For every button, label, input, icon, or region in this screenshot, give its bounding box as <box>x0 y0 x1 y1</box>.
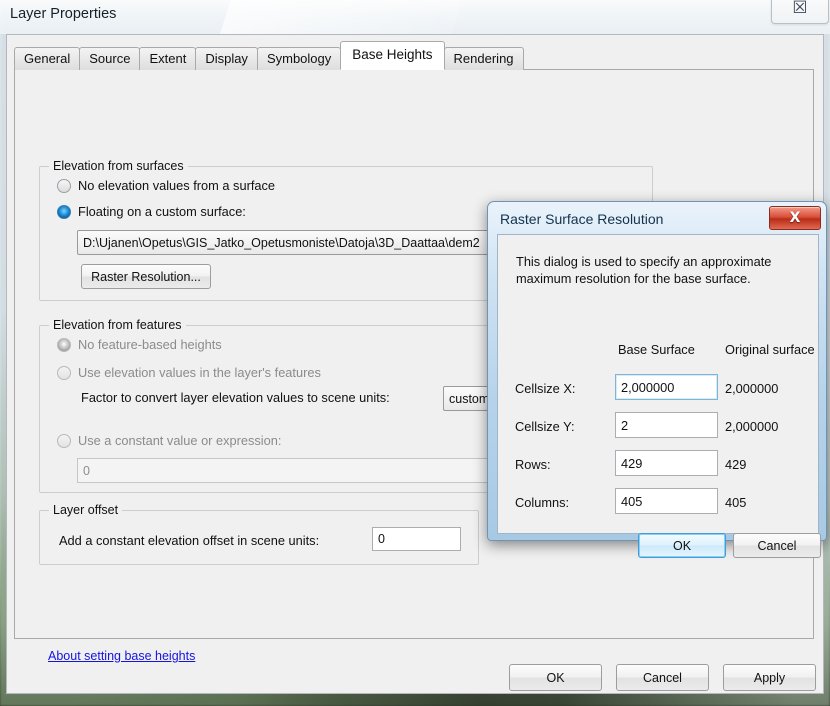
window-titlebar: Layer Properties <box>0 0 830 34</box>
factor-label: Factor to convert layer elevation values… <box>81 390 390 405</box>
row-label-cellsize-y: Cellsize Y: <box>515 419 575 434</box>
close-glyph: ☒ <box>792 0 808 18</box>
radio-dot <box>57 204 71 219</box>
row-label-columns: Columns: <box>515 495 570 510</box>
about-base-heights-link[interactable]: About setting base heights <box>48 649 195 663</box>
radio-dot <box>57 433 71 448</box>
radio-dot <box>57 337 71 352</box>
cancel-button[interactable]: Cancel <box>616 664 709 691</box>
radio-use-elevation-values[interactable]: Use elevation values in the layer's feat… <box>57 365 321 380</box>
radio-label: No elevation values from a surface <box>78 178 276 193</box>
radio-constant-value-or-expression[interactable]: Use a constant value or expression: <box>57 433 281 448</box>
factor-value: custom <box>449 391 490 406</box>
layer-offset-input[interactable]: 0 <box>372 527 461 551</box>
row-label-rows: Rows: <box>515 457 551 472</box>
ok-button[interactable]: OK <box>509 664 602 691</box>
radio-floating-custom-surface[interactable]: Floating on a custom surface: <box>57 204 246 219</box>
layer-offset-label: Add a constant elevation offset in scene… <box>59 533 320 548</box>
dialog-cancel-button[interactable]: Cancel <box>733 533 821 558</box>
dialog-title: Raster Surface Resolution <box>500 211 664 227</box>
radio-label: Use elevation values in the layer's feat… <box>78 365 321 380</box>
dialog-description: This dialog is used to specify an approx… <box>516 254 772 286</box>
dialog-close-icon[interactable]: X <box>769 206 821 230</box>
column-header-original-surface: Original surface <box>725 342 815 357</box>
tab-base-heights[interactable]: Base Heights <box>340 41 445 70</box>
dialog-body: This dialog is used to specify an approx… <box>497 234 821 558</box>
close-icon[interactable]: ☒ <box>771 0 829 24</box>
input-rows[interactable]: 429 <box>615 450 718 476</box>
tab-general[interactable]: General <box>14 47 81 70</box>
radio-dot <box>57 178 71 193</box>
input-columns[interactable]: 405 <box>615 488 718 514</box>
dialog-ok-button[interactable]: OK <box>638 533 726 558</box>
row-label-cellsize-x: Cellsize X: <box>515 381 576 396</box>
window-title: Layer Properties <box>10 6 117 22</box>
input-cellsize-y[interactable]: 2 <box>615 412 718 438</box>
tab-source[interactable]: Source <box>79 47 141 70</box>
tab-strip: General Source Extent Display Symbology … <box>14 41 524 70</box>
raster-surface-resolution-dialog: Raster Surface Resolution X This dialog … <box>487 201 827 558</box>
radio-no-elevation-values[interactable]: No elevation values from a surface <box>57 178 275 193</box>
column-header-base-surface: Base Surface <box>618 342 695 357</box>
close-glyph: X <box>789 210 801 226</box>
raster-resolution-button[interactable]: Raster Resolution... <box>81 264 211 289</box>
tab-display[interactable]: Display <box>195 47 258 70</box>
group-title-features: Elevation from features <box>49 318 186 332</box>
original-rows: 429 <box>725 457 747 472</box>
group-title-layer-offset: Layer offset <box>49 503 123 517</box>
radio-no-feature-based-heights[interactable]: No feature-based heights <box>57 337 222 352</box>
apply-button[interactable]: Apply <box>723 664 816 691</box>
radio-dot <box>57 365 71 380</box>
input-cellsize-x[interactable]: 2,000000 <box>615 374 718 400</box>
radio-label: Floating on a custom surface: <box>78 204 246 219</box>
radio-label: No feature-based heights <box>78 337 222 352</box>
surface-path-value: D:\Ujanen\Opetus\GIS_Jatko_Opetusmoniste… <box>83 235 480 250</box>
original-cellsize-y: 2,000000 <box>725 419 779 434</box>
tab-rendering[interactable]: Rendering <box>443 47 524 70</box>
tab-symbology[interactable]: Symbology <box>256 47 342 70</box>
original-cellsize-x: 2,000000 <box>725 381 779 396</box>
original-columns: 405 <box>725 495 747 510</box>
tab-extent[interactable]: Extent <box>139 47 197 70</box>
group-title-surfaces: Elevation from surfaces <box>49 159 188 173</box>
radio-label: Use a constant value or expression: <box>78 433 282 448</box>
